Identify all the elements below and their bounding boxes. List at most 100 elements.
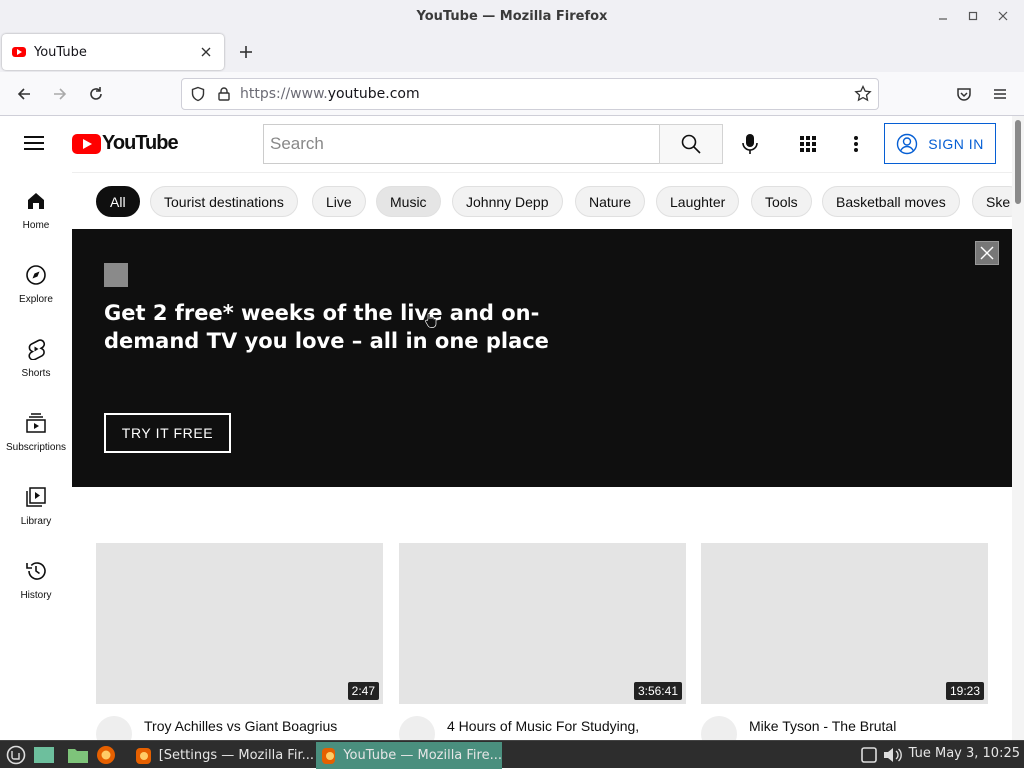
maximize-button[interactable] (960, 6, 986, 26)
video-duration: 3:56:41 (633, 682, 682, 700)
lock-icon (218, 87, 230, 101)
channel-avatar[interactable] (701, 716, 737, 740)
search-icon (681, 134, 701, 154)
youtube-wordmark: YouTube (102, 132, 179, 154)
app-menu-button[interactable] (986, 80, 1014, 108)
window-title: YouTube — Mozilla Firefox (416, 8, 608, 24)
hamburger-menu-icon (994, 89, 1006, 99)
url-text[interactable]: https://www.youtube.com (240, 86, 420, 102)
sidebar-item-subscriptions[interactable]: Subscriptions (0, 394, 72, 468)
volume-icon (884, 748, 902, 762)
promo-banner: Get 2 free* weeks of the live and on-dem… (72, 229, 1012, 487)
scrollbar-thumb[interactable] (1015, 120, 1021, 204)
sidebar-item-label: Library (20, 516, 52, 527)
sidebar-item-label: Explore (19, 294, 53, 305)
pocket-button[interactable] (950, 80, 978, 108)
sidebar-item-label: Subscriptions (5, 442, 67, 453)
chip-tools[interactable]: Tools (751, 186, 812, 217)
settings-more-button[interactable] (840, 128, 872, 160)
chip-music[interactable]: Music (376, 186, 441, 217)
youtube-header: YouTube SIGN IN (0, 116, 1012, 172)
firefox-launcher[interactable] (95, 744, 117, 766)
plus-icon (240, 46, 252, 58)
youtube-page: YouTube SIGN IN Home (0, 116, 1024, 740)
reload-button[interactable] (82, 80, 110, 108)
mint-menu-icon (6, 745, 26, 765)
minimize-button[interactable] (930, 6, 956, 26)
chip-live[interactable]: Live (312, 186, 366, 217)
sidebar-item-explore[interactable]: Explore (0, 246, 72, 320)
reload-icon (90, 87, 102, 100)
pocket-icon (957, 88, 971, 101)
shorts-icon (28, 339, 46, 360)
search-box (263, 124, 660, 164)
task-label: YouTube — Mozilla Fire... (343, 748, 502, 763)
sign-in-label: SIGN IN (928, 135, 984, 152)
video-card[interactable]: 19:23 Mike Tyson - The Brutal (701, 543, 988, 740)
history-icon (26, 562, 46, 580)
sidebar-item-shorts[interactable]: Shorts (0, 320, 72, 394)
video-card[interactable]: 2:47 Troy Achilles vs Giant Boagrius (96, 543, 383, 740)
video-title[interactable]: 4 Hours of Music For Studying, (447, 716, 639, 740)
tray-window-list[interactable] (858, 744, 880, 766)
navigation-toolbar: https://www.youtube.com (0, 72, 1024, 116)
minimize-icon (939, 18, 947, 20)
video-title[interactable]: Troy Achilles vs Giant Boagrius (144, 716, 337, 740)
forward-button[interactable] (46, 80, 74, 108)
taskbar-task-youtube[interactable]: YouTube — Mozilla Fire... (316, 742, 502, 769)
close-window-button[interactable] (990, 6, 1016, 26)
desktop-taskbar: [Settings — Mozilla Fir... YouTube — Moz… (0, 740, 1024, 769)
window-titlebar: YouTube — Mozilla Firefox (0, 0, 1024, 32)
video-thumbnail[interactable]: 19:23 (701, 543, 988, 704)
video-thumbnail[interactable]: 3:56:41 (399, 543, 686, 704)
show-desktop-button[interactable] (33, 744, 55, 766)
sidebar-item-library[interactable]: Library (0, 468, 72, 542)
compass-icon (26, 265, 46, 285)
chip-nature[interactable]: Nature (575, 186, 646, 217)
video-thumbnail[interactable]: 2:47 (96, 543, 383, 704)
sign-in-button[interactable]: SIGN IN (884, 123, 996, 164)
chip-johnny-depp[interactable]: Johnny Depp (452, 186, 563, 217)
video-title[interactable]: Mike Tyson - The Brutal (749, 716, 896, 740)
search-button[interactable] (659, 124, 723, 164)
url-bar[interactable]: https://www.youtube.com (181, 78, 879, 110)
youtube-logo[interactable]: YouTube (72, 132, 179, 155)
bookmark-star-icon[interactable] (854, 85, 872, 103)
chip-sketch[interactable]: Ske (972, 186, 1012, 217)
guide-sidebar: Home Explore Shorts Subscriptions Librar… (0, 172, 72, 740)
voice-search-button[interactable] (734, 128, 766, 160)
page-scrollbar[interactable] (1012, 116, 1024, 740)
guide-menu-button[interactable] (22, 132, 50, 156)
try-it-free-button[interactable]: TRY IT FREE (104, 413, 231, 453)
chip-laughter[interactable]: Laughter (656, 186, 740, 217)
video-card[interactable]: 3:56:41 4 Hours of Music For Studying, (399, 543, 686, 740)
volume-button[interactable] (882, 744, 904, 766)
clock[interactable]: Tue May 3, 10:25 (909, 746, 1020, 761)
arrow-left-icon (17, 88, 30, 100)
browser-tab-youtube[interactable]: YouTube (2, 34, 224, 70)
sidebar-item-home[interactable]: Home (0, 172, 72, 246)
chip-all[interactable]: All (96, 186, 140, 217)
chip-basketball-moves[interactable]: Basketball moves (822, 186, 960, 217)
tab-close-button[interactable] (196, 44, 216, 60)
sidebar-item-history[interactable]: History (0, 542, 72, 616)
start-menu-button[interactable] (5, 744, 27, 766)
channel-avatar[interactable] (96, 716, 132, 740)
chip-tourist-destinations[interactable]: Tourist destinations (150, 186, 298, 217)
home-icon (28, 193, 44, 209)
back-button[interactable] (10, 80, 38, 108)
taskbar-task-settings[interactable]: [Settings — Mozilla Fir... (130, 742, 314, 769)
more-vertical-icon (854, 136, 858, 152)
tab-strip: YouTube (0, 32, 1024, 72)
files-launcher[interactable] (67, 744, 89, 766)
apps-button[interactable] (792, 128, 824, 160)
new-tab-button[interactable] (232, 38, 260, 66)
arrow-right-icon (54, 88, 67, 100)
close-icon (998, 11, 1008, 21)
tab-title: YouTube (34, 44, 87, 60)
channel-avatar[interactable] (399, 716, 435, 740)
dismiss-promo-button[interactable] (975, 241, 999, 265)
hand-cursor-icon (425, 313, 437, 328)
search-input[interactable] (270, 134, 650, 154)
window-list-icon (861, 747, 877, 763)
